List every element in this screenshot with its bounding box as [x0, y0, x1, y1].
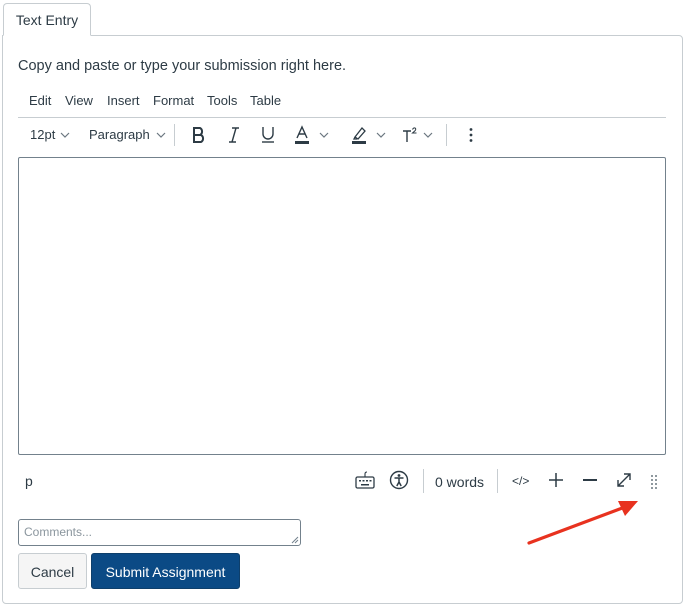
fullscreen-icon[interactable] — [616, 472, 632, 488]
text-color-icon[interactable] — [294, 125, 310, 145]
menu-view[interactable]: View — [65, 93, 93, 108]
chevron-down-icon[interactable] — [376, 132, 386, 138]
submit-assignment-button[interactable]: Submit Assignment — [91, 553, 240, 589]
tab-text-entry[interactable]: Text Entry — [3, 3, 91, 36]
html-editor-toggle[interactable]: </> — [512, 474, 529, 488]
toolbar-divider — [174, 124, 175, 146]
editor-menubar: Edit View Insert Format Tools Table — [18, 92, 666, 110]
accessibility-checker-icon[interactable] — [389, 470, 409, 490]
element-path[interactable]: p — [25, 473, 33, 489]
textarea-resize-icon[interactable] — [291, 536, 299, 544]
statusbar-divider — [423, 469, 424, 493]
block-format-select[interactable]: Paragraph — [89, 127, 166, 142]
font-size-select[interactable]: 12pt — [30, 127, 70, 142]
chevron-down-icon — [156, 132, 166, 138]
bold-icon[interactable] — [191, 126, 207, 144]
resize-handle-icon[interactable] — [650, 474, 658, 490]
menu-table[interactable]: Table — [250, 93, 281, 108]
highlight-color-icon[interactable] — [351, 125, 367, 145]
more-vertical-icon[interactable] — [468, 127, 474, 143]
rich-text-editor[interactable] — [18, 157, 666, 455]
chevron-down-icon[interactable] — [319, 132, 329, 138]
cancel-button[interactable]: Cancel — [18, 553, 87, 589]
plus-icon[interactable] — [548, 472, 564, 488]
menubar-divider — [18, 117, 666, 118]
chevron-down-icon[interactable] — [423, 132, 433, 138]
menu-format[interactable]: Format — [153, 93, 194, 108]
font-size-value: 12pt — [30, 127, 56, 142]
menu-insert[interactable]: Insert — [107, 93, 140, 108]
menu-tools[interactable]: Tools — [207, 93, 237, 108]
keyboard-shortcuts-icon[interactable] — [355, 471, 375, 489]
editor-toolbar: 12pt Paragraph — [18, 122, 666, 148]
block-format-value: Paragraph — [89, 127, 150, 142]
toolbar-divider — [446, 124, 447, 146]
statusbar-divider — [497, 469, 498, 493]
minus-icon[interactable] — [582, 472, 598, 488]
italic-icon[interactable] — [227, 126, 241, 144]
instructions-text: Copy and paste or type your submission r… — [18, 58, 347, 74]
menu-edit[interactable]: Edit — [29, 93, 51, 108]
annotation-arrow-icon — [527, 501, 638, 545]
comments-field[interactable] — [18, 519, 301, 546]
chevron-down-icon — [60, 132, 70, 138]
word-count[interactable]: 0 words — [435, 474, 484, 490]
superscript-icon[interactable] — [401, 126, 419, 144]
underline-icon[interactable] — [260, 125, 276, 144]
